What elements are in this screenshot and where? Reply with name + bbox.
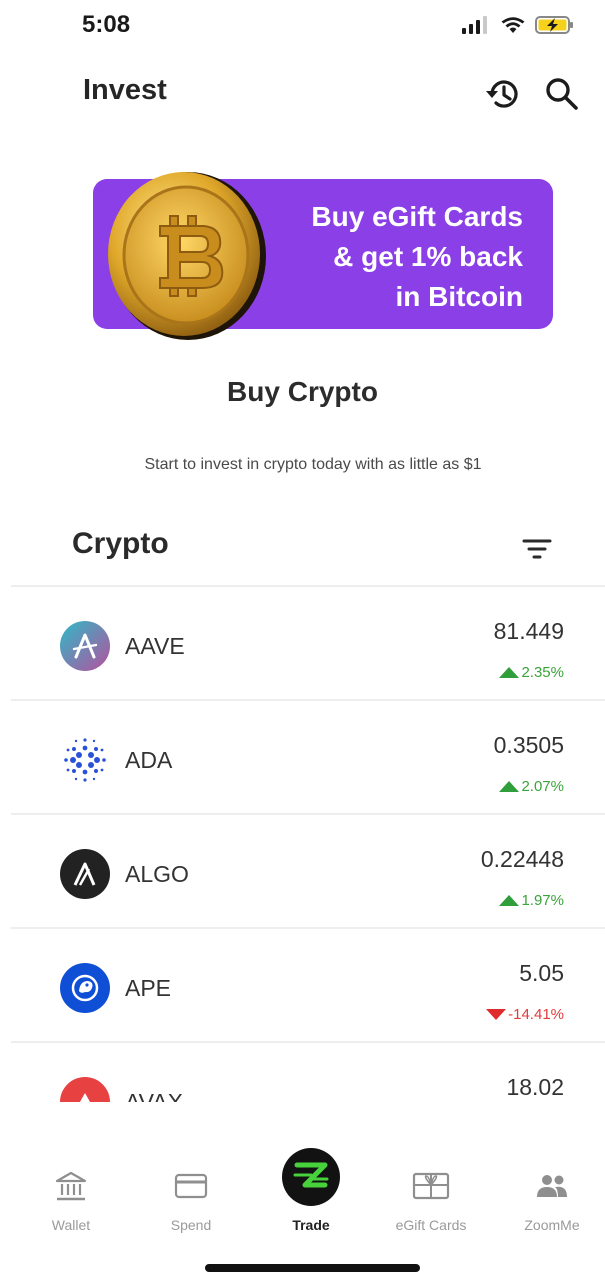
status-bar: 5:08 xyxy=(0,0,605,52)
crypto-symbol: APE xyxy=(125,975,172,1001)
crypto-list: AAVE 81.449 2.35% ADA 0.3505 2.07% ALGO … xyxy=(11,585,605,1102)
up-arrow-icon xyxy=(499,667,520,678)
crypto-row-ada[interactable]: ADA 0.3505 2.07% xyxy=(11,699,605,813)
crypto-row-avax[interactable]: AVAX 18.02 xyxy=(11,1041,605,1102)
bitcoin-coin-icon xyxy=(108,172,266,340)
bank-icon xyxy=(55,1171,87,1201)
crypto-change-value: 2.07% xyxy=(521,778,564,795)
wifi-icon xyxy=(501,17,525,33)
home-indicator[interactable] xyxy=(205,1264,420,1272)
tab-trade[interactable]: Trade xyxy=(256,1140,366,1240)
banner-line-1: Buy eGift Cards xyxy=(311,201,523,232)
history-button[interactable] xyxy=(481,72,525,116)
crypto-change: 2.07% xyxy=(499,778,564,795)
zoom-z-icon xyxy=(282,1148,340,1206)
crypto-change-value: 2.35% xyxy=(521,664,564,681)
header: Invest xyxy=(0,60,605,124)
tab-zoomme[interactable]: ZoomMe xyxy=(497,1140,605,1240)
search-icon xyxy=(546,78,578,110)
cellular-signal-icon xyxy=(462,16,487,34)
history-icon xyxy=(486,80,518,108)
tab-label: Trade xyxy=(292,1217,330,1233)
tab-label: Spend xyxy=(170,1217,212,1233)
up-arrow-icon xyxy=(499,895,520,906)
crypto-symbol: ADA xyxy=(125,747,173,773)
crypto-symbol: AAVE xyxy=(125,633,185,659)
buy-crypto-subtitle: Start to invest in crypto today with as … xyxy=(144,456,482,473)
crypto-symbol: AVAX xyxy=(125,1089,183,1102)
crypto-price: 5.05 xyxy=(519,960,564,986)
crypto-price: 0.22448 xyxy=(480,846,564,872)
crypto-list-title: Crypto xyxy=(72,527,169,560)
tab-label: ZoomMe xyxy=(524,1217,580,1233)
avalanche-logo-icon xyxy=(60,1077,110,1102)
tab-spend[interactable]: Spend xyxy=(136,1140,246,1240)
banner-line-2: & get 1% back xyxy=(333,241,523,272)
crypto-row-aave[interactable]: AAVE 81.449 2.35% xyxy=(11,585,605,699)
page-title: Invest xyxy=(83,74,167,106)
cardano-logo-icon xyxy=(60,735,110,785)
banner-text: Buy eGift Cards & get 1% back in Bitcoin xyxy=(233,197,523,317)
filter-button[interactable] xyxy=(518,530,556,568)
tab-wallet[interactable]: Wallet xyxy=(16,1140,126,1240)
up-arrow-icon xyxy=(499,781,520,792)
crypto-change: 1.97% xyxy=(499,892,564,909)
aave-logo-icon xyxy=(60,621,110,671)
people-icon xyxy=(537,1175,567,1197)
search-button[interactable] xyxy=(540,72,584,116)
battery-charging-icon xyxy=(535,16,573,34)
apecoin-logo-icon xyxy=(60,963,110,1013)
banner-line-3: in Bitcoin xyxy=(395,281,523,312)
gift-card-icon xyxy=(412,1172,450,1200)
tab-label: eGift Cards xyxy=(395,1217,467,1233)
status-time: 5:08 xyxy=(82,11,131,38)
crypto-change: -14.41% xyxy=(486,1006,564,1023)
crypto-row-algo[interactable]: ALGO 0.22448 1.97% xyxy=(11,813,605,927)
crypto-price: 0.3505 xyxy=(493,732,564,758)
down-arrow-icon xyxy=(486,1009,507,1020)
status-icons xyxy=(461,15,575,35)
filter-icon xyxy=(522,539,552,559)
crypto-price: 81.449 xyxy=(493,618,564,644)
algorand-logo-icon xyxy=(60,849,110,899)
crypto-change-value: -14.41% xyxy=(508,1006,564,1023)
crypto-row-ape[interactable]: APE 5.05 -14.41% xyxy=(11,927,605,1041)
crypto-change-value: 1.97% xyxy=(521,892,564,909)
crypto-price: 18.02 xyxy=(506,1074,564,1100)
tab-label: Wallet xyxy=(51,1217,91,1233)
crypto-list-header: Crypto xyxy=(0,522,605,582)
bottom-tab-bar: Wallet Spend Trade eGift Cards ZoomMe xyxy=(0,1140,605,1245)
crypto-change: 2.35% xyxy=(499,664,564,681)
crypto-symbol: ALGO xyxy=(125,861,189,887)
buy-crypto-title: Buy Crypto xyxy=(227,376,378,407)
tab-egift-cards[interactable]: eGift Cards xyxy=(376,1140,486,1240)
card-icon xyxy=(174,1173,208,1199)
